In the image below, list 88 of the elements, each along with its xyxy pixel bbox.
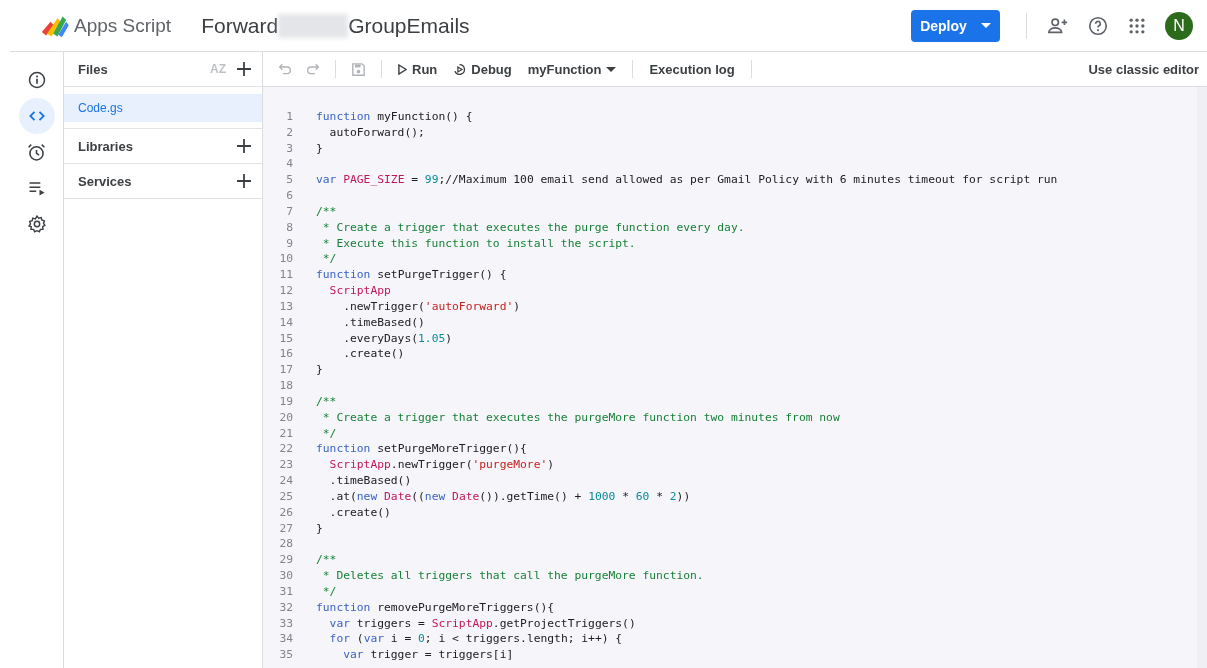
code-line: .timeBased() [342,314,425,331]
line-number: 20 [278,409,293,426]
line-number: 19 [278,393,293,410]
code-line: for (var i = 0; i < triggers.length; i++) { [328,631,623,648]
code-line: } [316,140,323,157]
files-heading: Files [78,61,109,77]
line-number: 4 [285,156,293,173]
play-icon[interactable] [398,63,407,75]
code-line: function removePurgeMoreTriggers(){ [316,599,555,616]
code-line: .newTrigger('autoForward') [342,298,521,315]
section-heading: Services [78,173,133,189]
code-line: } [316,520,323,537]
line-number: 28 [278,536,293,553]
code-line: */ [321,425,337,442]
line-number: 23 [278,457,293,474]
line-number: 8 [285,219,293,236]
code-line: * Create a trigger that executes the purgeMore function two minutes from now [321,409,840,426]
code-nav-icon[interactable] [18,98,55,134]
code-line: function setPurgeMoreTrigger(){ [316,441,527,458]
function-dropdown[interactable]: myFunction [523,61,621,77]
code-line: autoForward(); [328,124,425,141]
line-number: 7 [285,203,293,220]
code-line: */ [321,251,337,268]
code-line: .create() [342,346,405,363]
line-number: 33 [278,615,293,632]
code-line: .everyDays(1.05) [342,330,453,347]
code-line: * Create a trigger that executes the purge function every day. [321,219,745,236]
deploy-button[interactable]: Deploy [911,9,1000,42]
line-number: 21 [278,425,293,442]
line-number: 6 [285,188,293,204]
line-number: 1 [285,109,293,125]
file-item[interactable]: Code.gs [64,94,262,122]
line-number: 18 [278,378,293,394]
classic-editor-link[interactable]: Use classic editor [1084,61,1203,77]
code-line: /** [316,552,337,568]
execution-log-button[interactable]: Execution log [645,61,739,77]
app-name: Apps Script [74,14,172,37]
debug-icon[interactable] [453,62,467,76]
code-line: * Deletes all triggers that call the purgeMore function. [321,568,704,584]
debug-button[interactable]: Debug [449,61,516,77]
line-number: 11 [278,267,293,284]
line-number: 14 [278,314,293,331]
code-line: var triggers = ScriptApp.getProjectTriggers() [328,615,636,632]
line-number: 22 [278,441,293,458]
code-line: function setPurgeTrigger() { [316,267,507,284]
section-heading: Libraries [78,138,134,154]
line-number: 29 [278,552,293,568]
code-line: ScriptApp [328,283,391,299]
line-number: 34 [278,631,293,648]
caret-icon[interactable] [606,66,617,72]
line-number: 24 [278,473,293,489]
line-number: 30 [278,568,293,584]
code-line: .timeBased() [328,473,412,489]
code-line: */ [321,583,337,600]
code-line: function myFunction() { [316,109,473,125]
add-icon[interactable] [236,138,252,154]
line-number: 16 [278,346,293,363]
caret-icon[interactable] [980,23,991,28]
line-number: 3 [285,140,293,157]
code-line: * Execute this function to install the script. [321,235,636,252]
code-line: ScriptApp.newTrigger('purgeMore') [328,457,555,474]
line-number: 31 [278,583,293,600]
code-line: /** [316,203,337,220]
code-line: .create() [328,504,391,521]
line-number: 5 [285,172,293,189]
help-icon[interactable] [1087,14,1109,37]
line-number: 2 [285,124,293,141]
project-title[interactable]: Forward GroupEmails [201,13,470,38]
line-number: 17 [278,362,293,379]
code-line: /** [316,393,337,410]
code-line: var PAGE_SIZE = 99;//Maximum 100 email send allowed as per Gmail Policy with 6 minutes timeout for script run [316,172,1058,189]
line-number: 15 [278,330,293,347]
line-number: 26 [278,504,293,521]
line-number: 9 [285,235,293,252]
run-button[interactable]: Run [394,61,442,77]
line-number: 32 [278,599,293,616]
add-icon[interactable] [236,173,252,189]
code-line: var trigger = triggers[i] [342,647,514,663]
add-icon[interactable] [236,61,252,77]
account-avatar[interactable]: N [1165,11,1193,40]
line-number: 35 [278,647,293,663]
line-number: 13 [278,298,293,315]
line-number: 12 [278,283,293,299]
code-line: .at(new Date((new Date()).getTime() + 1000 * 60 * 2)) [328,488,691,505]
line-number: 10 [278,251,293,268]
code-line: } [316,362,323,379]
line-number: 27 [278,520,293,537]
line-number: 25 [278,488,293,505]
